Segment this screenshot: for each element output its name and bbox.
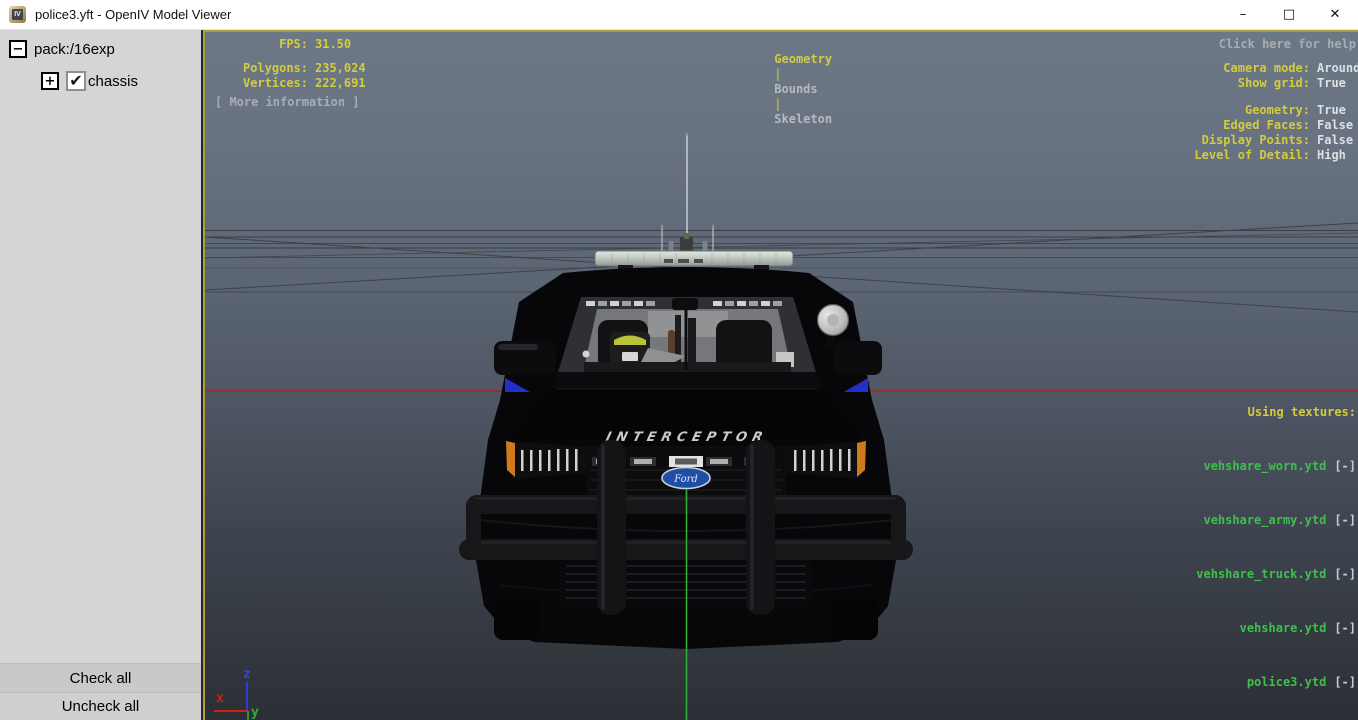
axis-gizmo: z x y (214, 667, 259, 720)
model-stats: FPS: 31.50 Polygons: 235,024 Vertices: 2… (215, 37, 366, 110)
maximize-icon[interactable]: □ (1266, 0, 1312, 29)
tab-separator: | (774, 97, 781, 111)
model-viewport[interactable]: INTERCEPTOR (203, 30, 1358, 720)
display-points-value[interactable]: False (1310, 133, 1356, 148)
tab-separator: | (774, 67, 781, 81)
tab-geometry[interactable]: Geometry (774, 52, 832, 66)
edged-faces-label: Edged Faces: (1194, 118, 1310, 133)
texture-item[interactable]: police3.ytd[-] (1196, 673, 1356, 691)
collapse-icon[interactable]: − (9, 40, 27, 58)
tab-bounds[interactable]: Bounds (774, 82, 817, 96)
collapse-toggle: [-] (1334, 621, 1356, 635)
camera-mode-label: Camera mode: (1194, 61, 1310, 76)
window-title: police3.yft - OpenIV Model Viewer (35, 7, 231, 22)
collapse-toggle: [-] (1334, 567, 1356, 581)
openiv-model-viewer-window: IV police3.yft - OpenIV Model Viewer – □… (0, 0, 1358, 720)
windshield (558, 297, 816, 372)
right-side-mirror (834, 341, 882, 375)
texture-item[interactable]: vehshare.ytd[-] (1196, 619, 1356, 637)
level-of-detail-value[interactable]: High (1310, 148, 1356, 163)
textures-list: Using textures: vehshare_worn.ytd[-] veh… (1196, 367, 1356, 720)
right-headlight (786, 441, 866, 479)
texture-item[interactable]: vehshare_truck.ytd[-] (1196, 565, 1356, 583)
hood-interceptor-text: INTERCEPTOR (604, 430, 769, 445)
fps-value: 31.50 (308, 37, 366, 52)
close-icon[interactable]: ✕ (1312, 0, 1358, 29)
geometry-label: Geometry: (1194, 103, 1310, 118)
tree-node-pack: − pack:/16exp (9, 40, 201, 58)
minimize-icon[interactable]: – (1220, 0, 1266, 29)
textures-header: Using textures: (1196, 403, 1356, 421)
show-grid-value[interactable]: True (1310, 76, 1356, 91)
model-tree-panel: − pack:/16exp + ✔ chassis Check all Unch… (0, 30, 203, 720)
help-link[interactable]: Click here for help (1194, 37, 1356, 52)
antennas (661, 132, 715, 258)
polygons-value: 235,024 (308, 61, 366, 76)
vertices-label: Vertices: (215, 76, 308, 91)
svg-text:z: z (243, 667, 251, 682)
edged-faces-value[interactable]: False (1310, 118, 1356, 133)
polygons-label: Polygons: (215, 61, 308, 76)
show-grid-label: Show grid: (1194, 76, 1310, 91)
level-of-detail-label: Level of Detail: (1194, 148, 1310, 163)
window-controls: – □ ✕ (1220, 0, 1358, 29)
title-bar: IV police3.yft - OpenIV Model Viewer – □… (0, 0, 1358, 30)
spotlight-handle-knob (583, 351, 590, 358)
expand-icon[interactable]: + (41, 72, 59, 90)
right-front-tire (832, 598, 878, 640)
uncheck-all-button[interactable]: Uncheck all (0, 692, 201, 720)
vertices-value: 222,691 (308, 76, 366, 91)
tree-node-chassis-label: chassis (88, 73, 138, 90)
collapse-toggle: [-] (1334, 675, 1356, 689)
tree-node-pack-label: pack:/16exp (34, 41, 115, 58)
fps-label: FPS: (215, 37, 308, 52)
more-information-link[interactable]: [ More information ] (215, 95, 366, 110)
texture-item[interactable]: vehshare_worn.ytd[-] (1196, 457, 1356, 475)
tree-node-chassis: + ✔ chassis (41, 71, 201, 91)
openiv-app-icon-glyph: IV (12, 9, 23, 20)
openiv-app-icon: IV (9, 6, 26, 23)
collapse-toggle: [-] (1334, 459, 1356, 473)
display-points-label: Display Points: (1194, 133, 1310, 148)
viewer-settings: Click here for help Camera mode: Around … (1194, 37, 1356, 163)
left-headlight (506, 441, 586, 479)
svg-text:y: y (251, 705, 259, 720)
svg-text:Ford: Ford (673, 474, 698, 485)
camera-mode-value[interactable]: Around (1310, 61, 1356, 76)
left-front-tire (494, 598, 540, 640)
tree-actions: Check all Uncheck all (0, 663, 201, 720)
tab-skeleton[interactable]: Skeleton (774, 112, 832, 126)
check-all-button[interactable]: Check all (0, 663, 201, 692)
svg-text:x: x (216, 691, 224, 706)
chassis-checkbox[interactable]: ✔ (66, 71, 86, 91)
view-mode-tabs: Geometry | Bounds | Skeleton (727, 37, 836, 142)
geometry-value[interactable]: True (1310, 103, 1356, 118)
collapse-toggle: [-] (1334, 513, 1356, 527)
texture-item[interactable]: vehshare_army.ytd[-] (1196, 511, 1356, 529)
ford-badge: Ford (662, 468, 710, 489)
